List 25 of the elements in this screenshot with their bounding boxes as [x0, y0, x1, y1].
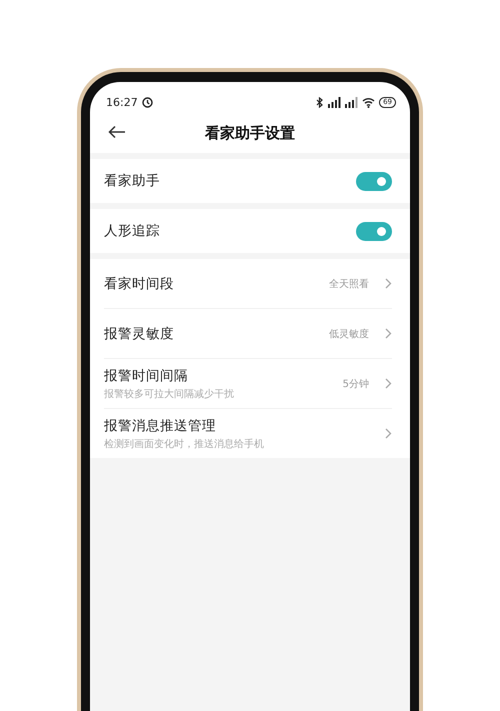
wifi-icon: [362, 96, 376, 108]
setting-label: 报警消息推送管理: [104, 416, 217, 434]
setting-label: 报警灵敏度: [104, 324, 175, 342]
toggle-switch[interactable]: [356, 222, 392, 240]
setting-label: 看家助手: [104, 172, 161, 190]
setting-label: 人形追踪: [104, 222, 161, 240]
signal-icon: [328, 96, 342, 108]
setting-value: 低灵敏度: [329, 328, 369, 340]
setting-value: 全天照看: [329, 278, 369, 290]
setting-value: 5分钟: [342, 378, 369, 390]
alarm-clock-icon: [142, 96, 153, 108]
back-button[interactable]: [108, 125, 126, 139]
toggle-switch[interactable]: [356, 172, 392, 190]
setting-label: 看家时间段: [104, 274, 175, 292]
chevron-right-icon[interactable]: [385, 428, 392, 439]
page-title: 看家助手设置: [205, 124, 295, 142]
bluetooth-icon: [316, 96, 324, 108]
chevron-right-icon[interactable]: [385, 328, 392, 339]
chevron-right-icon[interactable]: [385, 278, 392, 289]
setting-description: 报警较多可拉大间隔减少干扰: [104, 388, 235, 400]
status-time: 16:27: [106, 96, 138, 108]
setting-description: 检测到画面变化时，推送消息给手机: [104, 438, 265, 450]
signal-icon: [345, 96, 358, 108]
setting-label: 报警时间间隔: [104, 366, 189, 384]
chevron-right-icon[interactable]: [385, 378, 392, 389]
